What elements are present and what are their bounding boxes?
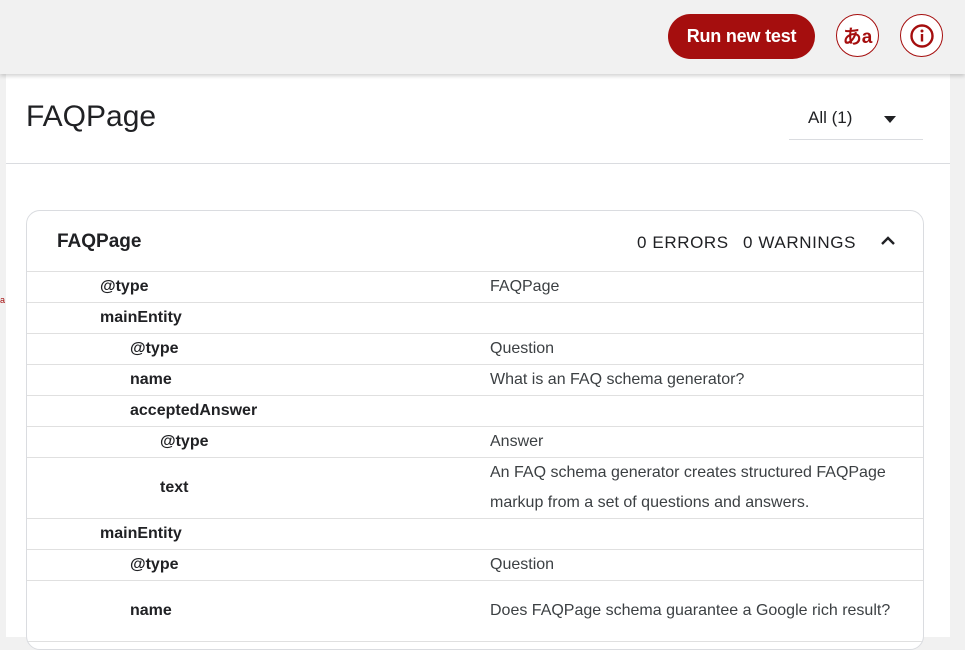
page-title: FAQPage bbox=[26, 100, 157, 133]
property-key: @type bbox=[130, 340, 179, 357]
property-key: @type bbox=[100, 278, 149, 295]
property-value: FAQPage bbox=[490, 278, 560, 295]
table-row: acceptedAnswer bbox=[27, 396, 923, 427]
property-key: @type bbox=[160, 433, 209, 450]
edge-mark: a bbox=[0, 295, 6, 305]
info-button[interactable] bbox=[900, 14, 943, 57]
table-row: @type Question bbox=[27, 334, 923, 365]
property-key: @type bbox=[130, 556, 179, 573]
table-row: mainEntity bbox=[27, 519, 923, 550]
table-row: name Does FAQPage schema guarantee a Goo… bbox=[27, 581, 923, 642]
property-value: Answer bbox=[490, 433, 544, 450]
table-row: text An FAQ schema generator creates str… bbox=[27, 458, 923, 519]
property-key: mainEntity bbox=[100, 525, 182, 542]
divider bbox=[6, 163, 950, 164]
item-filter-dropdown[interactable]: All (1) bbox=[789, 100, 923, 140]
property-value: Does FAQPage schema guarantee a Google r… bbox=[490, 602, 891, 619]
caret-down-icon bbox=[884, 116, 896, 123]
property-key: acceptedAnswer bbox=[130, 402, 258, 419]
language-button[interactable]: あa bbox=[836, 14, 879, 57]
language-icon: あa bbox=[842, 27, 873, 48]
card-header[interactable]: FAQPage 0 ERRORS 0 WARNINGS bbox=[27, 211, 923, 272]
property-key: mainEntity bbox=[100, 309, 182, 326]
table-row: @type Answer bbox=[27, 427, 923, 458]
info-icon bbox=[909, 23, 934, 48]
property-key: name bbox=[130, 602, 172, 619]
property-value: An FAQ schema generator creates structur… bbox=[490, 464, 886, 511]
card-title: FAQPage bbox=[57, 231, 142, 252]
property-key: text bbox=[160, 479, 189, 496]
run-new-test-button[interactable]: Run new test bbox=[668, 14, 815, 59]
table-row: mainEntity bbox=[27, 303, 923, 334]
property-value: What is an FAQ schema generator? bbox=[490, 371, 745, 388]
results-panel: FAQPage All (1) FAQPage 0 ERRORS 0 WARNI… bbox=[6, 74, 950, 650]
table-row: @type Question bbox=[27, 550, 923, 581]
property-value: Question bbox=[490, 340, 555, 357]
filter-label: All (1) bbox=[808, 108, 853, 127]
table-row: name What is an FAQ schema generator? bbox=[27, 365, 923, 396]
errors-count: 0 ERRORS bbox=[637, 233, 729, 252]
table-row: @type FAQPage bbox=[27, 272, 923, 303]
warnings-count: 0 WARNINGS bbox=[743, 233, 857, 252]
property-key: name bbox=[130, 371, 172, 388]
property-value: Question bbox=[490, 556, 555, 573]
chevron-up-icon[interactable] bbox=[878, 231, 898, 251]
faqpage-item-card: FAQPage 0 ERRORS 0 WARNINGS @type FAQPag… bbox=[26, 210, 924, 650]
top-bar: Run new test あa bbox=[0, 0, 965, 74]
